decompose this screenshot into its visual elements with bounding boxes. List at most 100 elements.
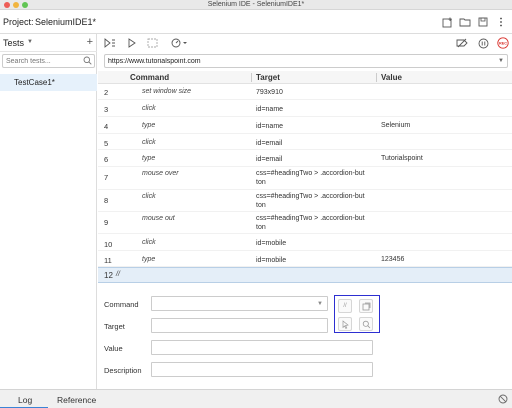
base-url-field: ▼ [104,54,508,68]
bottom-panel-tabs: Log Reference [0,389,512,408]
table-row[interactable]: 4 type id=name Selenium [98,117,512,134]
add-test-icon[interactable]: + [87,36,93,48]
comment-icon: // [343,303,347,309]
table-row[interactable]: 6 type id=email Tutorialspoint [98,150,512,167]
row-number: 6 [104,155,109,164]
value-label: Value [104,344,123,353]
project-label: Project: [3,17,34,27]
value-field [151,340,373,355]
open-reference-button[interactable] [359,299,373,313]
tests-header: Tests ▼ + [0,34,97,52]
row-target: id=name [256,123,284,130]
open-in-new-icon [362,302,370,310]
row-value: 123456 [381,256,405,263]
search-tests-box [2,54,95,68]
cursor-icon [342,319,349,329]
row-command: click [142,139,156,146]
row-target: css=#headingTwo > .accordion-but ton [256,170,365,186]
chevron-down-icon[interactable]: ▼ [27,39,33,45]
table-row[interactable]: 2 set window size 793x910 [98,84,512,100]
table-row-selected[interactable]: 12 // [98,267,512,283]
search-icon [83,56,92,67]
target-field [151,318,328,333]
chevron-down-icon[interactable]: ▼ [317,301,323,307]
test-list-item[interactable]: TestCase1* [0,74,97,91]
select-target-button[interactable] [338,317,352,331]
row-target: id=email [256,156,283,163]
row-command: click [142,239,156,246]
table-row[interactable]: 7 mouse over css=#headingTwo > .accordio… [98,167,512,190]
row-command: mouse over [142,170,179,177]
row-number: 5 [104,139,109,148]
column-header-command: Command [130,73,170,82]
row-number: 7 [104,173,109,182]
run-current-test-icon[interactable] [126,37,138,49]
row-target: id=mobile [256,240,287,247]
tab-reference[interactable]: Reference [57,395,96,405]
tests-sidebar: Tests ▼ + TestCase1* [0,34,97,389]
target-input[interactable] [152,319,312,332]
step-over-icon[interactable] [146,37,158,49]
row-command: click [142,105,156,112]
table-row[interactable]: 3 click id=name [98,100,512,117]
clear-log-icon[interactable] [498,394,508,406]
test-name: TestCase1* [14,78,55,87]
open-project-icon[interactable] [458,15,472,29]
row-command: click [142,193,156,200]
command-label: Command [104,300,139,309]
value-input[interactable] [152,341,362,354]
search-icon [362,320,370,328]
row-number: 12 [104,271,113,280]
description-field [151,362,373,377]
table-row[interactable]: 9 mouse out css=#headingTwo > .accordion… [98,212,512,234]
command-editor: Command ▼ Target Value Description // [98,292,512,389]
find-target-button[interactable] [359,317,373,331]
save-project-icon[interactable] [476,15,490,29]
comment-toggle-button[interactable]: // [338,299,352,313]
tab-log[interactable]: Log [0,390,48,408]
main-panel: REC ▼ Command Target Value 2 set window … [98,34,512,389]
command-field: ▼ [151,296,328,311]
window-title: Selenium IDE - SeleniumIDE1* [207,1,305,8]
editor-buttons-highlight: // [334,295,380,333]
description-label: Description [104,366,142,375]
row-number: 11 [104,256,112,265]
target-label: Target [104,322,125,331]
row-target: css=#headingTwo > .accordion-but ton [256,215,365,231]
base-url-input[interactable] [105,55,495,67]
project-name[interactable]: SeleniumIDE1* [35,17,96,27]
disable-breakpoints-icon[interactable] [456,37,468,49]
tab-log-label: Log [18,395,33,405]
chevron-down-icon[interactable]: ▼ [498,58,504,64]
command-input[interactable] [152,297,312,310]
toolbar: REC [98,34,512,52]
commands-table-header: Command Target Value [98,71,512,84]
row-number: 4 [104,122,109,131]
row-target: id=mobile [256,257,287,264]
table-row[interactable]: 10 click id=mobile [98,234,512,251]
row-target: 793x910 [256,89,283,96]
row-value: Tutorialspoint [381,155,423,162]
column-header-target: Target [256,73,280,82]
test-speed-icon[interactable] [171,37,189,49]
window-title-bar: Selenium IDE - SeleniumIDE1* [0,0,512,10]
row-command: type [142,256,156,263]
row-number: 3 [104,105,109,114]
row-command: type [142,155,156,162]
row-target: id=email [256,140,283,147]
row-number: 8 [104,196,109,205]
tests-dropdown[interactable]: Tests [3,38,24,48]
row-target: id=name [256,106,284,113]
table-row[interactable]: 8 click css=#headingTwo > .accordion-but… [98,190,512,212]
search-tests-input[interactable] [3,55,81,67]
run-all-tests-icon[interactable] [104,37,116,49]
more-options-icon[interactable] [494,15,508,29]
new-project-icon[interactable] [440,15,454,29]
record-icon[interactable]: REC [497,37,509,49]
row-command: mouse out [142,215,175,222]
description-input[interactable] [152,363,362,376]
table-row[interactable]: 5 click id=email [98,134,512,150]
row-command: set window size [142,88,192,95]
pause-on-exceptions-icon[interactable] [477,37,489,49]
table-row[interactable]: 11 type id=mobile 123456 [98,251,512,267]
